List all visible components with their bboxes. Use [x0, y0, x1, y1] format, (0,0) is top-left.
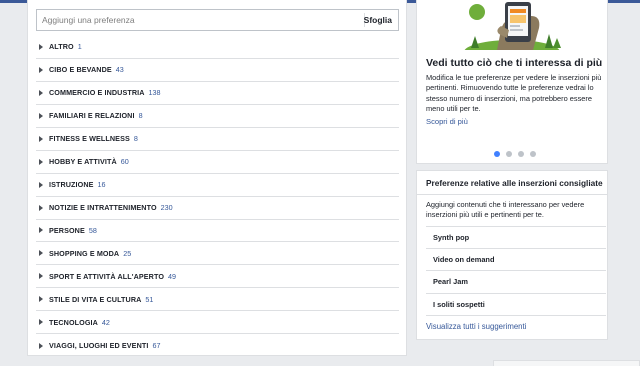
category-count: 42 — [101, 317, 110, 327]
category-count: 8 — [133, 134, 138, 144]
category-count: 230 — [160, 203, 173, 213]
promo-title: Vedi tutto ciò che ti interessa di più — [426, 57, 603, 69]
category-row-notizie-e-intrattenimento[interactable]: NOTIZIE E INTRATTENIMENTO 230 — [36, 197, 399, 220]
category-name: STILE DI VITA E CULTURA — [49, 294, 142, 304]
category-row-persone[interactable]: PERSONE 58 — [36, 220, 399, 243]
category-row-tecnologia[interactable]: TECNOLOGIA 42 — [36, 311, 399, 335]
category-row-viaggi-luoghi-ed-eventi[interactable]: VIAGGI, LUOGHI ED EVENTI 67 — [36, 334, 399, 357]
category-count: 138 — [148, 88, 161, 98]
expand-arrow-icon — [39, 250, 43, 257]
category-name: HOBBY E ATTIVITÀ — [49, 157, 117, 167]
expand-arrow-icon — [39, 319, 43, 326]
category-row-cibo-e-bevande[interactable]: CIBO E BEVANDE 43 — [36, 59, 399, 82]
category-row-stile-di-vita-e-cultura[interactable]: STILE DI VITA E CULTURA 51 — [36, 288, 399, 312]
category-row-altro[interactable]: ALTRO 1 — [36, 36, 399, 59]
suggestion-item[interactable]: Synth pop — [426, 226, 606, 249]
category-row-shopping-e-moda[interactable]: SHOPPING E MODA 25 — [36, 242, 399, 266]
category-name: CIBO E BEVANDE — [49, 65, 112, 75]
category-name: PERSONE — [49, 225, 85, 235]
category-row-familiari-e-relazioni[interactable]: FAMILIARI E RELAZIONI 8 — [36, 105, 399, 128]
category-count: 1 — [77, 42, 82, 52]
expand-arrow-icon — [39, 227, 43, 234]
category-count: 58 — [88, 225, 97, 235]
expand-arrow-icon — [39, 158, 43, 165]
category-row-sport-e-attivita-all-aperto[interactable]: SPORT E ATTIVITÀ ALL'APERTO 49 — [36, 265, 399, 289]
expand-arrow-icon — [39, 43, 43, 50]
suggestion-item[interactable]: I soliti sospetti — [426, 294, 606, 316]
expand-arrow-icon — [39, 181, 43, 188]
category-name: TECNOLOGIA — [49, 317, 98, 327]
category-name: NOTIZIE E INTRATTENIMENTO — [49, 203, 157, 213]
expand-arrow-icon — [39, 204, 43, 211]
carousel-dot-1[interactable] — [494, 151, 500, 157]
suggestion-item[interactable]: Pearl Jam — [426, 271, 606, 294]
preference-search-box: Sfoglia — [36, 9, 399, 31]
category-count: 43 — [115, 65, 124, 75]
expand-arrow-icon — [39, 296, 43, 303]
category-count: 25 — [123, 248, 132, 258]
category-name: VIAGGI, LUOGHI ED EVENTI — [49, 341, 149, 351]
preferences-panel: Sfoglia ALTRO 1 CIBO E BEVANDE 43 COMMER… — [27, 0, 407, 356]
category-count: 51 — [145, 294, 154, 304]
category-count: 8 — [138, 111, 143, 121]
promo-description: Modifica le tue preferenze per vedere le… — [426, 73, 602, 114]
suggestion-list: Synth pop Video on demand Pearl Jam I so… — [426, 226, 606, 316]
category-name: ISTRUZIONE — [49, 180, 94, 190]
category-count: 49 — [168, 271, 177, 281]
category-count: 67 — [152, 341, 161, 351]
category-row-fitness-e-wellness[interactable]: FITNESS E WELLNESS 8 — [36, 128, 399, 151]
suggested-preferences-card: Preferenze relative alle inserzioni cons… — [416, 170, 608, 340]
suggestions-description: Aggiungi contenuti che ti interessano pe… — [426, 200, 585, 220]
category-name: SPORT E ATTIVITÀ ALL'APERTO — [49, 271, 165, 281]
category-row-commercio-e-industria[interactable]: COMMERCIO E INDUSTRIA 138 — [36, 82, 399, 105]
category-name: FITNESS E WELLNESS — [49, 134, 130, 144]
expand-arrow-icon — [39, 273, 43, 280]
category-list: ALTRO 1 CIBO E BEVANDE 43 COMMERCIO E IN… — [36, 36, 399, 357]
carousel-pager — [494, 151, 542, 158]
category-row-istruzione[interactable]: ISTRUZIONE 16 — [36, 174, 399, 197]
carousel-dot-2[interactable] — [506, 151, 512, 157]
learn-more-link[interactable]: Scopri di più — [426, 117, 468, 126]
category-name: SHOPPING E MODA — [49, 248, 120, 258]
suggestion-item[interactable]: Video on demand — [426, 249, 606, 271]
category-count: 16 — [97, 180, 106, 190]
suggestions-title: Preferenze relative alle inserzioni cons… — [426, 178, 603, 188]
category-name: ALTRO — [49, 42, 74, 52]
category-row-hobby-e-attivita[interactable]: HOBBY E ATTIVITÀ 60 — [36, 151, 399, 174]
browse-button[interactable]: Sfoglia — [364, 15, 392, 25]
divider — [417, 194, 607, 195]
expand-arrow-icon — [39, 66, 43, 73]
expand-arrow-icon — [39, 135, 43, 142]
ad-preferences-promo-card: Vedi tutto ciò che ti interessa di più M… — [416, 0, 608, 164]
preference-search-input[interactable] — [37, 10, 363, 30]
expand-arrow-icon — [39, 342, 43, 349]
chat-bar-edge[interactable] — [493, 360, 640, 366]
view-all-suggestions-link[interactable]: Visualizza tutti i suggerimenti — [426, 322, 526, 331]
expand-arrow-icon — [39, 112, 43, 119]
category-count: 60 — [120, 157, 129, 167]
category-name: COMMERCIO E INDUSTRIA — [49, 88, 145, 98]
category-name: FAMILIARI E RELAZIONI — [49, 111, 135, 121]
carousel-dot-4[interactable] — [530, 151, 536, 157]
carousel-dot-3[interactable] — [518, 151, 524, 157]
phone-in-hand-illustration — [464, 2, 561, 50]
expand-arrow-icon — [39, 89, 43, 96]
